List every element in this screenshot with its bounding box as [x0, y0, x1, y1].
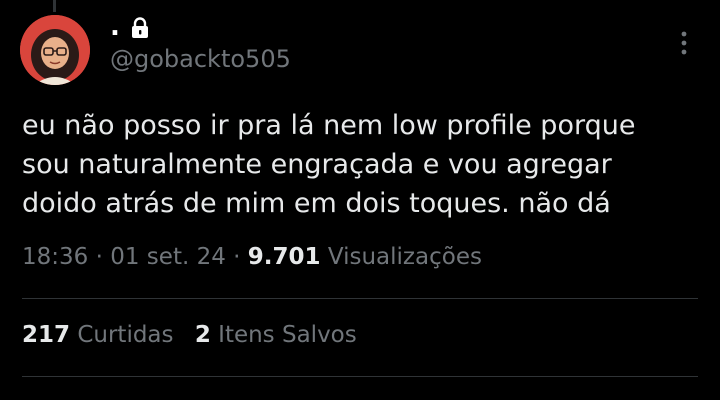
views-label: Visualizações: [327, 244, 482, 270]
tweet-meta: 18:36 · 01 set. 24 · 9.701 Visualizações: [22, 244, 482, 270]
saves-label: Itens Salvos: [218, 322, 357, 348]
more-options-icon[interactable]: [676, 30, 692, 56]
likes-label: Curtidas: [77, 322, 174, 348]
engagement-stats: 217 Curtidas 2 Itens Salvos: [22, 322, 357, 348]
tweet-time[interactable]: 18:36: [22, 244, 88, 270]
divider: [22, 298, 698, 299]
author-display-name[interactable]: .: [110, 12, 120, 42]
tweet-text: eu não posso ir pra lá nem low profile p…: [22, 106, 702, 223]
author-name-row: .: [110, 12, 150, 42]
meta-separator: ·: [233, 244, 241, 270]
tweet-text-line: doido atrás de mim em dois toques. não d…: [22, 188, 611, 219]
thread-connector-line: [53, 0, 56, 12]
avatar[interactable]: [20, 15, 90, 85]
tweet-text-line: sou naturalmente engraçada e vou agregar: [22, 149, 612, 180]
avatar-illustration-icon: [20, 15, 90, 85]
saves-count: 2: [194, 322, 211, 348]
lock-icon: [130, 16, 150, 38]
views-count: 9.701: [247, 244, 321, 270]
meta-separator: ·: [95, 244, 103, 270]
author-handle[interactable]: @gobackto505: [110, 45, 291, 73]
divider: [22, 376, 698, 377]
likes-stat[interactable]: 217 Curtidas: [22, 322, 181, 348]
likes-count: 217: [22, 322, 71, 348]
tweet-date[interactable]: 01 set. 24: [110, 244, 226, 270]
tweet-text-line: eu não posso ir pra lá nem low profile p…: [22, 110, 636, 141]
saves-stat[interactable]: 2 Itens Salvos: [195, 322, 357, 348]
